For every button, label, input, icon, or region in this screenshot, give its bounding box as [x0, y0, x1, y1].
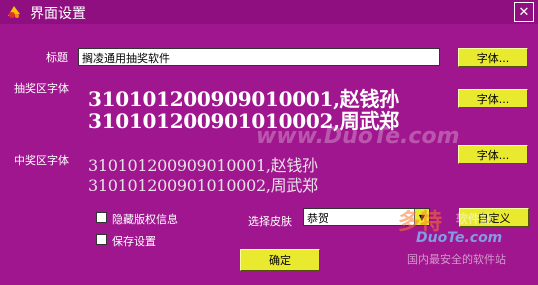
winner-area-label: 中奖区字体 [14, 154, 69, 167]
prize-area-label: 抽奖区字体 [14, 82, 69, 95]
skin-select-value: 恭贺 [307, 212, 329, 225]
watermark-tagline: 国内最安全的软件站 [407, 253, 506, 266]
watermark-logo-en: DuoTe.com [416, 230, 503, 246]
title-font-button[interactable]: 字体... [458, 48, 528, 67]
title-bar: 界面设置 ✕ [0, 0, 538, 24]
app-icon [8, 6, 20, 18]
winner-font-button[interactable]: 字体... [458, 145, 528, 164]
watermark-logo-tail: 软件站 [456, 212, 493, 226]
watermark-center: www.DuoTe.com [256, 124, 460, 149]
title-input[interactable]: 搁凌通用抽奖软件 [78, 48, 440, 66]
winner-preview-line-2: 310101200901010002,周武郑 [88, 176, 318, 195]
skin-label: 选择皮肤 [248, 215, 292, 228]
prize-font-button[interactable]: 字体... [458, 89, 528, 108]
title-label: 标题 [46, 51, 68, 64]
hide-copyright-checkbox[interactable] [96, 212, 107, 223]
ok-button[interactable]: 确定 [240, 249, 320, 271]
save-settings-label: 保存设置 [112, 235, 156, 248]
close-icon: ✕ [518, 4, 530, 20]
window-title: 界面设置 [30, 6, 86, 22]
save-settings-checkbox[interactable] [96, 234, 107, 245]
hide-copyright-label: 隐藏版权信息 [112, 213, 178, 226]
close-button[interactable]: ✕ [514, 2, 534, 22]
